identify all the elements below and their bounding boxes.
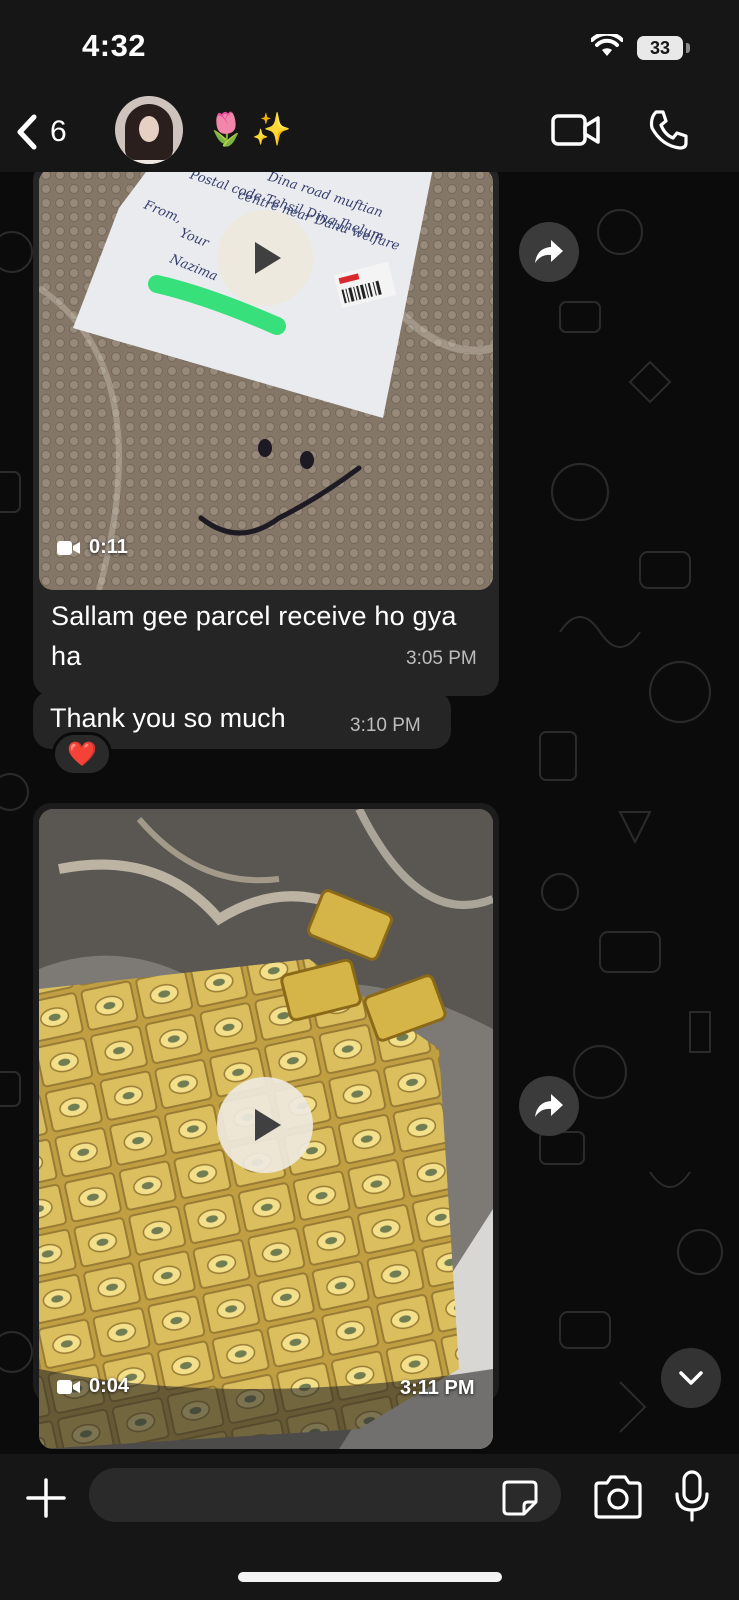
play-button[interactable] [217,210,313,306]
home-indicator [238,1572,502,1582]
play-button[interactable] [217,1077,313,1173]
camera-icon[interactable] [592,1474,644,1520]
status-time: 4:32 [82,28,147,63]
forward-icon [535,1094,563,1117]
duration-text: 0:04 [89,1375,130,1397]
back-button[interactable]: 6 [14,106,90,158]
message-time: 3:11 PM [400,1377,475,1399]
contact-name[interactable]: 🌷✨ [206,110,298,148]
video-message[interactable]: 0:04 3:11 PM [33,803,499,1449]
video-duration: 0:04 [57,1375,129,1398]
sticker-icon[interactable] [500,1478,540,1518]
scroll-down-button[interactable] [661,1348,721,1408]
duration-text: 0:11 [89,536,128,558]
microphone-icon[interactable] [672,1470,712,1522]
heart-reaction-icon: ❤️ [67,740,97,768]
video-message[interactable]: Dina road muftian centre near Dahu welfa… [33,172,499,696]
video-camera-icon [57,540,80,555]
chevron-down-icon [679,1371,703,1385]
forward-button[interactable] [519,222,579,282]
forward-button[interactable] [519,1076,579,1136]
avatar[interactable] [115,96,183,164]
message-text: Thank you so much [50,703,286,733]
play-icon [255,242,281,274]
video-thumbnail[interactable]: 0:04 3:11 PM [39,809,493,1449]
battery-indicator: 33 [637,36,683,60]
composer [0,1454,739,1600]
video-duration: 0:11 [57,536,128,559]
chat-area[interactable]: Dina road muftian centre near Dahu welfa… [0,172,739,1454]
chevron-left-icon [17,114,37,150]
unread-count: 6 [50,115,67,148]
voice-call-button[interactable] [646,108,690,152]
video-call-button[interactable] [550,110,602,150]
status-bar: 4:32 33 [0,0,739,96]
message-time: 3:10 PM [350,715,421,736]
video-thumbnail[interactable]: Dina road muftian centre near Dahu welfa… [39,172,493,590]
plus-icon[interactable] [22,1474,70,1522]
video-camera-icon [57,1379,80,1394]
battery-tip [686,43,690,53]
chat-header: 6 🌷✨ [0,96,739,172]
forward-icon [535,240,563,263]
message-time: 3:05 PM [406,648,477,669]
play-icon [255,1109,281,1141]
reaction-badge[interactable]: ❤️ [52,732,112,776]
wifi-icon [591,34,623,56]
message-input[interactable] [89,1468,561,1522]
